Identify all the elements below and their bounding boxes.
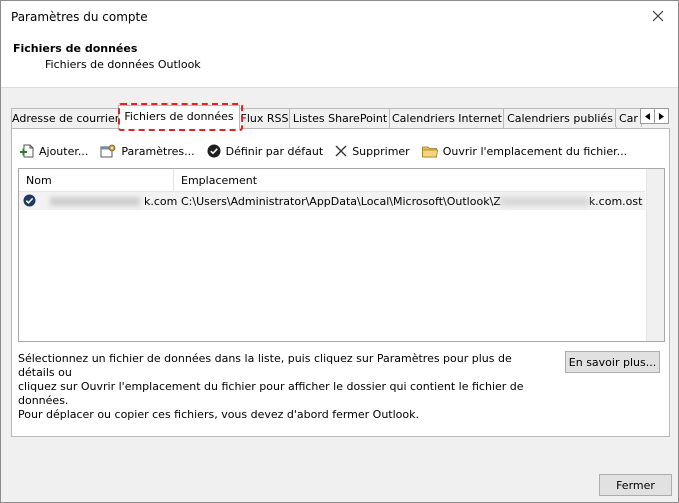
- help-text-line-2: cliquez sur Ouvrir l'emplacement du fich…: [18, 380, 524, 407]
- tab-email[interactable]: Adresse de courrier: [11, 108, 120, 128]
- learn-more-button-label: En savoir plus...: [568, 355, 657, 369]
- account-settings-dialog: Paramètres du compte Fichiers de données…: [0, 0, 679, 503]
- check-circle-icon: [207, 144, 221, 158]
- help-text: Sélectionnez un fichier de données dans …: [18, 352, 538, 422]
- tab-published-calendars[interactable]: Calendriers publiés: [503, 108, 617, 128]
- remove-button-label: Supprimer: [352, 144, 410, 158]
- tab-scroll-left-button[interactable]: [640, 108, 655, 124]
- toolbar: Ajouter... Paramètres... Définir par déf…: [20, 141, 639, 161]
- list-vertical-scrollbar[interactable]: [646, 169, 664, 341]
- open-location-button-label: Ouvrir l'emplacement du fichier...: [442, 144, 628, 158]
- close-window-button[interactable]: [638, 1, 678, 31]
- window-title: Paramètres du compte: [11, 10, 148, 24]
- table-row[interactable]: k.com C:\Users\Administrator\AppData\Loc…: [19, 192, 645, 210]
- delete-x-icon: [335, 145, 347, 157]
- header-title: Fichiers de données: [13, 42, 138, 55]
- tab-strip: Adresse de courrier Fichiers de données …: [11, 105, 671, 129]
- tab-address-books[interactable]: Car: [615, 108, 642, 127]
- list-header: Nom Emplacement: [19, 169, 645, 192]
- redacted-location: [500, 197, 589, 206]
- title-bar: Paramètres du compte: [1, 1, 678, 33]
- set-default-button[interactable]: Définir par défaut: [207, 144, 324, 158]
- arrow-right-icon: [659, 112, 664, 120]
- default-file-check-icon: [23, 194, 36, 207]
- file-name-visible: k.com: [144, 195, 178, 208]
- settings-button[interactable]: Paramètres...: [100, 144, 195, 158]
- data-files-list: Nom Emplacement k.com C:\Users\Administr…: [18, 168, 665, 342]
- column-header-name[interactable]: Nom: [26, 174, 52, 187]
- tab-sharepoint-lists[interactable]: Listes SharePoint: [289, 108, 391, 128]
- header-subtitle: Fichiers de données Outlook: [45, 58, 201, 71]
- column-header-location[interactable]: Emplacement: [181, 174, 257, 187]
- help-text-line-1: Sélectionnez un fichier de données dans …: [18, 352, 512, 379]
- file-location-suffix: k.com.ost: [588, 195, 643, 208]
- column-separator[interactable]: [173, 169, 174, 191]
- add-button[interactable]: Ajouter...: [20, 144, 88, 158]
- file-location-visible: C:\Users\Administrator\AppData\Local\Mic…: [181, 195, 501, 208]
- settings-icon: [100, 144, 116, 158]
- tab-scroll-arrows: [640, 108, 669, 124]
- remove-button[interactable]: Supprimer: [335, 145, 410, 158]
- help-text-line-3: Pour déplacer ou copier ces fichiers, vo…: [18, 408, 419, 421]
- open-location-button[interactable]: Ouvrir l'emplacement du fichier...: [421, 144, 628, 158]
- dialog-header: Fichiers de données Fichiers de données …: [1, 33, 678, 88]
- set-default-button-label: Définir par défaut: [225, 144, 324, 158]
- learn-more-button[interactable]: En savoir plus...: [565, 351, 660, 373]
- tab-internet-calendars[interactable]: Calendriers Internet: [389, 108, 505, 128]
- add-file-icon: [20, 144, 34, 158]
- close-button[interactable]: Fermer: [599, 474, 672, 496]
- folder-icon: [421, 146, 438, 157]
- tab-rss-feeds[interactable]: Flux RSS: [238, 108, 291, 128]
- settings-button-label: Paramètres...: [121, 144, 195, 158]
- add-button-label: Ajouter...: [39, 144, 89, 158]
- tab-data-files[interactable]: Fichiers de données: [118, 105, 240, 129]
- tab-scroll-right-button[interactable]: [654, 108, 669, 124]
- tab-panel-data-files: Ajouter... Paramètres... Définir par déf…: [11, 128, 670, 437]
- close-icon: [652, 10, 664, 22]
- arrow-left-icon: [645, 112, 650, 120]
- close-button-label: Fermer: [616, 478, 655, 492]
- redacted-name: [50, 197, 140, 206]
